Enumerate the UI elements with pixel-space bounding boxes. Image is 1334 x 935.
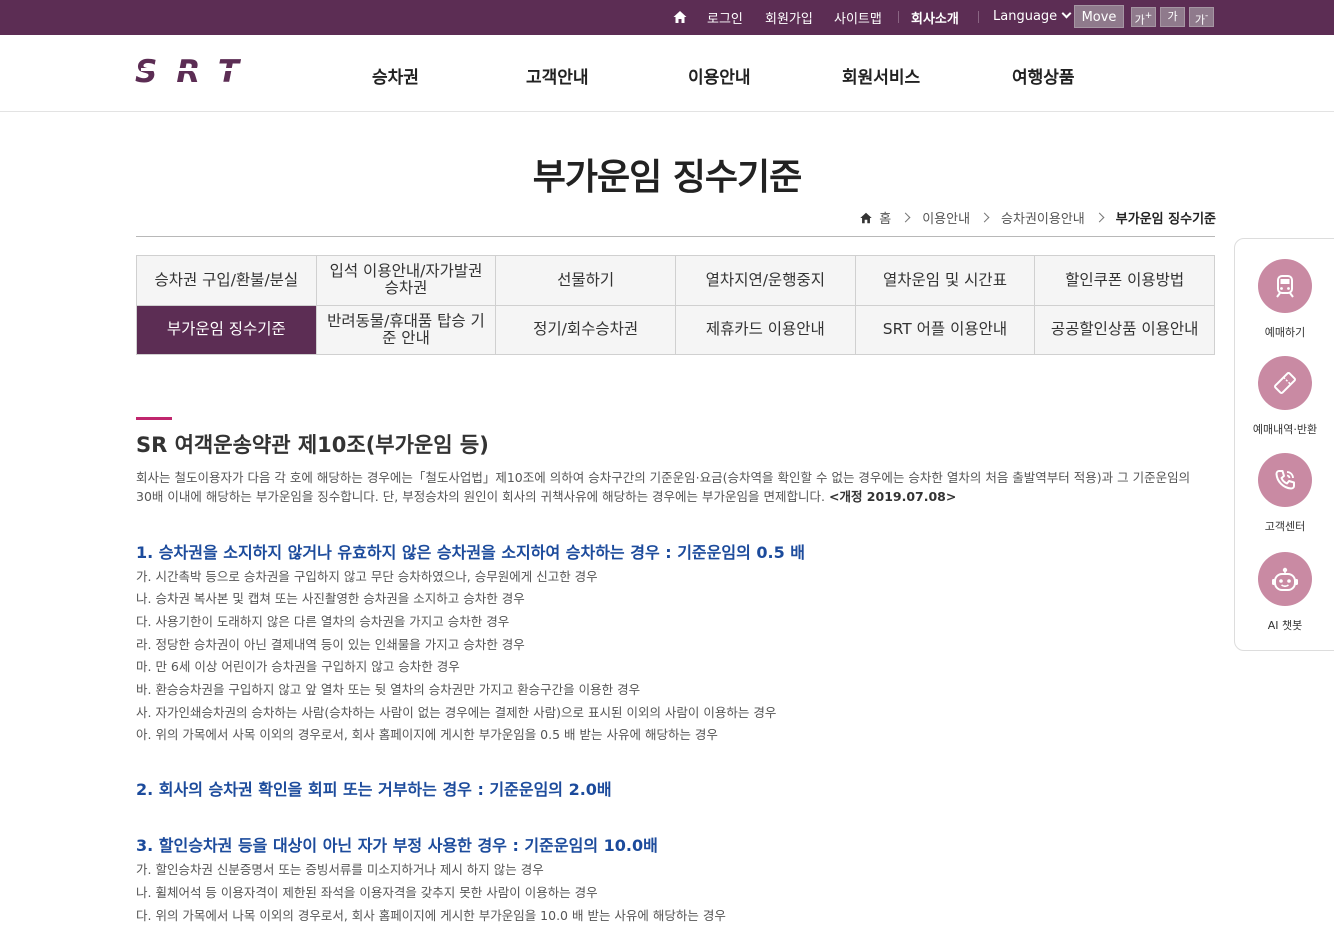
home-icon[interactable] [859,211,873,225]
chevron-down-icon [1061,8,1072,19]
list-item: 가. 할인승차권 신분증명서 또는 증빙서류를 미소지하거나 제시 하지 않는 … [136,862,544,877]
home-icon[interactable] [672,9,688,25]
quick-reservation-history[interactable]: 예매내역·반환 [1235,356,1334,437]
breadcrumb: 홈 이용안내 승차권이용안내 부가운임 징수기준 [859,208,1216,227]
gnb-usage-guide[interactable]: 이용안내 [688,63,751,88]
join-link[interactable]: 회원가입 [765,8,813,27]
quick-customer-center[interactable]: 고객센터 [1235,453,1334,534]
tab-fare-timetable[interactable]: 열차운임 및 시간표 [855,256,1036,306]
intro-line2: 30배 이내에 해당하는 부가운임을 징수합니다. 단, 부정승차의 원인이 회… [136,489,829,504]
tab-partner-card[interactable]: 제휴카드 이용안내 [676,305,856,355]
move-button[interactable]: Move [1074,5,1124,28]
ticket-icon [1258,356,1312,410]
train-icon [1258,259,1312,313]
list-item: 사. 자가인쇄승차권의 승차하는 사람(승차하는 사람이 없는 경우에는 결제한… [136,705,777,720]
tab-gift[interactable]: 선물하기 [496,256,676,306]
list-item: 라. 정당한 승차권이 아닌 결제내역 등이 있는 인쇄물을 가지고 승차한 경… [136,637,525,652]
tab-commuter-ticket[interactable]: 정기/회수승차권 [496,305,676,355]
heading-rule-3: 3. 할인승차권 등을 대상이 아닌 자가 부정 사용한 경우 : 기준운임의 … [136,836,658,855]
tab-train-delay[interactable]: 열차지연/운행중지 [676,256,856,306]
list-item: 다. 위의 가목에서 나목 이외의 경우로서, 회사 홈페이지에 게시한 부가운… [136,908,726,923]
tab-additional-fare[interactable]: 부가운임 징수기준 [137,305,317,355]
gnb-ticket[interactable]: 승차권 [372,63,419,88]
breadcrumb-usage-guide[interactable]: 이용안내 [922,208,970,227]
top-utility-bar: 로그인 회원가입 사이트맵 회사소개 Language Move 가+ 가 가- [0,0,1334,35]
sitemap-link[interactable]: 사이트맵 [834,8,882,27]
sub-menu-tabs: 승차권 구입/환불/분실 입석 이용안내/자가발권 승차권 선물하기 열차지연/… [136,255,1215,355]
chatbot-icon [1258,552,1312,606]
tab-ticket-purchase-refund[interactable]: 승차권 구입/환불/분실 [137,256,317,306]
language-select[interactable]: Language [993,8,1072,24]
quick-reservation[interactable]: 예매하기 [1235,259,1334,340]
heading-rule-2: 2. 회사의 승차권 확인을 회피 또는 거부하는 경우 : 기준운임의 2.0… [136,780,612,799]
site-header: SRT 승차권 고객안내 이용안내 회원서비스 여행상품 [0,35,1334,112]
font-size-normal-button[interactable]: 가 [1160,7,1185,27]
tab-coupon[interactable]: 할인쿠폰 이용방법 [1035,256,1215,306]
chevron-right-icon [900,212,911,223]
tab-srt-app[interactable]: SRT 어플 이용안내 [855,305,1036,355]
heading-rule-1: 1. 승차권을 소지하지 않거나 유효하지 않은 승차권을 소지하여 승차하는 … [136,543,806,562]
list-item: 다. 사용기한이 도래하지 않은 다른 열차의 승차권을 가지고 승차한 경우 [136,614,510,629]
font-up-label: 가 [1134,13,1145,27]
page-title: 부가운임 징수기준 [532,157,803,198]
quick-label: 고객센터 [1264,520,1306,533]
chevron-right-icon [979,212,990,223]
gnb-customer-guide[interactable]: 고객안내 [526,63,589,88]
quick-menu: 예매하기 예매내역·반환 고객센터 AI 챗봇 [1234,238,1334,651]
font-down-sup: - [1204,11,1209,21]
gnb-travel-products[interactable]: 여행상품 [1012,63,1075,88]
list-item: 나. 승차권 복사본 및 캡쳐 또는 사진촬영한 승차권을 소지하고 승차한 경… [136,591,525,606]
divider [978,11,979,23]
company-link[interactable]: 회사소개 [911,8,959,27]
quick-label: AI 챗봇 [1267,619,1303,632]
intro-line1: 회사는 철도이용자가 다음 각 호에 해당하는 경우에는「철도사업법」제10조에… [136,470,1191,485]
section-accent-bar [136,417,172,420]
quick-label: 예매내역·반환 [1252,423,1318,436]
font-down-label: 가 [1194,13,1205,27]
language-label: Language [993,9,1058,24]
chevron-right-icon [1094,212,1105,223]
gnb-member-service[interactable]: 회원서비스 [842,63,920,88]
tab-public-discount[interactable]: 공공할인상품 이용안내 [1035,305,1215,355]
intro-paragraph: 회사는 철도이용자가 다음 각 호에 해당하는 경우에는「철도사업법」제10조에… [136,468,1216,506]
font-size-up-button[interactable]: 가+ [1131,7,1156,27]
breadcrumb-ticket-guide[interactable]: 승차권이용안내 [1001,208,1085,227]
divider [136,236,1215,237]
revision-date: <개정 2019.07.08> [828,489,957,504]
breadcrumb-current: 부가운임 징수기준 [1115,212,1216,227]
font-up-sup: + [1144,11,1153,21]
list-item: 나. 휠체어석 등 이용자격이 제한된 좌석을 이용자격을 갖추지 못한 사람이… [136,885,598,900]
list-item: 가. 시간촉박 등으로 승차권을 구입하지 않고 무단 승차하였으나, 승무원에… [136,569,598,584]
breadcrumb-home[interactable]: 홈 [879,208,891,227]
divider [898,11,899,23]
tab-standing-self-ticket[interactable]: 입석 이용안내/자가발권 승차권 [316,256,497,306]
quick-ai-chatbot[interactable]: AI 챗봇 [1235,552,1334,633]
quick-label: 예매하기 [1264,326,1306,339]
phone-icon [1258,453,1312,507]
font-size-down-button[interactable]: 가- [1189,7,1214,27]
list-item: 바. 환승승차권을 구입하지 않고 앞 열차 또는 뒷 열차의 승차권만 가지고… [136,682,641,697]
srt-logo[interactable]: SRT [135,55,241,87]
section-title: SR 여객운송약관 제10조(부가운임 등) [136,433,489,457]
tab-pets-luggage[interactable]: 반려동물/휴대품 탑승 기준 안내 [316,305,497,355]
list-item: 아. 위의 가목에서 사목 이외의 경우로서, 회사 홈페이지에 게시한 부가운… [136,727,718,742]
list-item: 마. 만 6세 이상 어린이가 승차권을 구입하지 않고 승차한 경우 [136,659,460,674]
login-link[interactable]: 로그인 [707,8,743,27]
